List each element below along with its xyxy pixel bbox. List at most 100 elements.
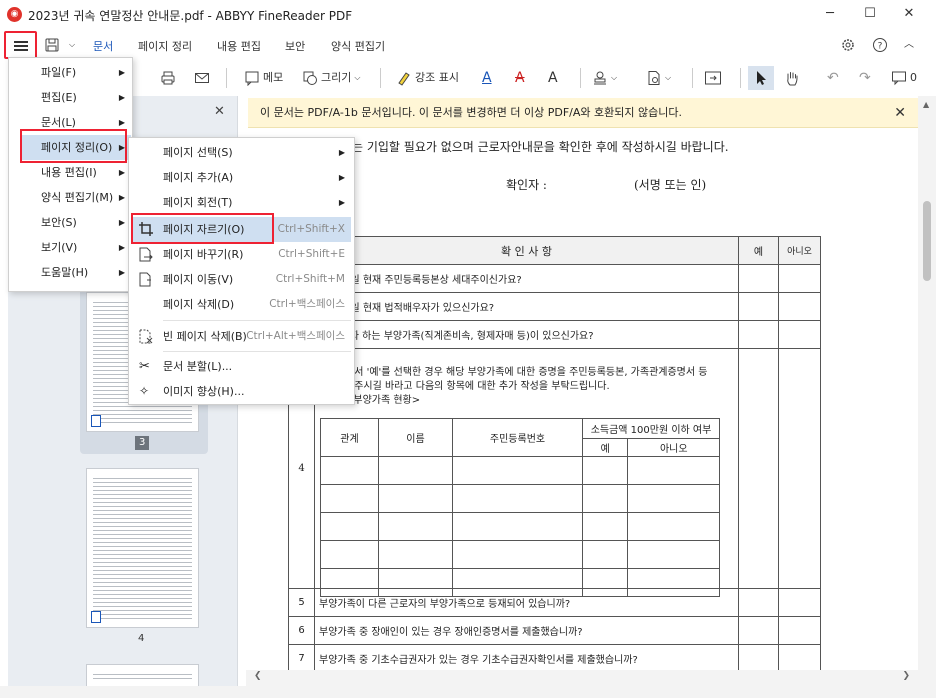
text-underline-icon[interactable]: A [482, 66, 492, 90]
signature-label: (서명 또는 인) [634, 178, 707, 192]
toolbar: 메모 그리기 ⌵ 강조 표시 A A A ⌵ ⌵ ↶ ↷ 0 [0, 60, 936, 96]
redo-icon[interactable]: ↷ [859, 66, 871, 90]
memo-icon [245, 71, 259, 86]
settings-gear-icon[interactable] [840, 33, 856, 57]
tab-page-organize[interactable]: 페이지 정리 [138, 38, 192, 54]
hand-icon [787, 72, 798, 86]
submenu-split-document[interactable]: ✂ 문서 분할(L)... [133, 354, 351, 379]
info-message: 이 문서는 PDF/A-1b 문서입니다. 이 문서를 변경하면 더 이상 PD… [260, 106, 682, 119]
collapse-ribbon-icon[interactable]: ︿ [904, 33, 914, 57]
replace-page-icon [139, 247, 153, 262]
hamburger-menu-button[interactable] [4, 31, 37, 59]
email-button[interactable] [194, 66, 210, 90]
highlight-box-crop-pages [131, 213, 274, 244]
menu-item-help[interactable]: 도움말(H) ▶ [41, 260, 131, 285]
pdfa-info-bar: 이 문서는 PDF/A-1b 문서입니다. 이 문서를 변경하면 더 이상 PD… [248, 98, 918, 128]
table-row: 2월 31일 현재 법적배우자가 있으신가요? [288, 292, 821, 321]
dependent-status-table: 관계 이름 주민등록번호 소득금액 100만원 이하 여부 예 아니오 [320, 418, 720, 597]
memo-label: 메모 [263, 71, 284, 84]
highlighter-icon [398, 72, 410, 86]
submenu-add-pages[interactable]: 페이지 추가(A) ▶ [163, 165, 351, 190]
chevron-down-icon: ⌵ [354, 73, 361, 82]
main-menu: 파일(F) ▶ 편집(E) ▶ 문서(L) ▶ 페이지 정리(O) ▶ 내용 편집(I)… [8, 57, 133, 292]
submenu-replace-pages[interactable]: 페이지 바꾸기(R) Ctrl+Shift+E [133, 242, 351, 267]
close-panel-icon[interactable]: ✕ [214, 104, 225, 119]
stamp-button[interactable]: ⌵ [592, 66, 617, 90]
page-number-3: 3 [135, 436, 150, 450]
tab-content-edit[interactable]: 내용 편집 [217, 38, 261, 54]
draw-label: 그리기 [321, 71, 352, 84]
row4-text-line3: <부양가족 현황> [345, 395, 421, 406]
row4-text-line2: 해주시길 바라고 다음의 항목에 대한 추가 작성을 부탁드립니다. [345, 381, 610, 392]
print-icon [161, 71, 175, 85]
text-strikethrough-icon[interactable]: A [515, 66, 525, 90]
horizontal-scrollbar[interactable]: ❮ ❯ [246, 670, 936, 686]
shape-icon [303, 71, 317, 85]
text-insert-icon[interactable]: A [548, 66, 558, 90]
print-button[interactable] [160, 66, 176, 90]
tab-security[interactable]: 보안 [285, 38, 305, 54]
stamp-icon [594, 71, 606, 85]
blank-page-delete-icon [139, 329, 153, 344]
submenu-move-pages[interactable]: 페이지 이동(V) Ctrl+Shift+M [133, 267, 351, 292]
highlight-box-page-organize [20, 129, 127, 163]
page-thumbnail-4[interactable] [86, 468, 199, 628]
close-info-icon[interactable]: ✕ [894, 98, 906, 128]
compare-button[interactable] [704, 66, 722, 90]
submenu-delete-blank-pages[interactable]: 빈 페이지 삭제(B) Ctrl+Alt+백스페이스 [133, 324, 351, 349]
col-no-header: 아니오 [778, 236, 821, 265]
memo-button[interactable]: 메모 [244, 66, 283, 90]
maximize-button[interactable]: ☐ [855, 4, 885, 24]
comment-count: 0 [910, 71, 917, 84]
comment-icon [892, 71, 906, 86]
confirmer-label: 확인자 : [506, 178, 547, 192]
vertical-scrollbar[interactable]: ▲ [918, 96, 936, 670]
page-search-icon [648, 71, 660, 85]
cursor-icon [757, 71, 766, 85]
menu-item-content-edit[interactable]: 내용 편집(I) ▶ [41, 160, 131, 185]
highlight-button[interactable]: 강조 표시 [396, 66, 459, 90]
undo-icon[interactable]: ↶ [827, 66, 839, 90]
highlight-label: 강조 표시 [415, 71, 459, 84]
submenu-select-pages[interactable]: 페이지 선택(S) ▶ [163, 140, 351, 165]
save-button[interactable]: ⌵ [44, 33, 75, 57]
hand-tool-button[interactable] [784, 66, 800, 90]
document-view-button[interactable]: ⌵ [646, 66, 671, 90]
menu-item-form-editor[interactable]: 양식 편집기(M) ▶ [41, 185, 131, 210]
tab-document[interactable]: 문서 [93, 38, 114, 59]
page-text-icon [91, 415, 101, 427]
chevron-down-icon: ⌵ [69, 40, 76, 49]
save-icon [45, 38, 59, 52]
svg-text:?: ? [878, 42, 883, 52]
comments-button[interactable]: 0 [891, 66, 917, 90]
help-icon[interactable]: ? [872, 33, 888, 57]
row4-text-line1: 에서 '예'를 선택한 경우 해당 부양가족에 대한 증명을 주민등록등본, 가… [345, 367, 708, 378]
mail-icon [195, 73, 209, 83]
scissors-icon: ✂ [139, 359, 150, 374]
table-row: 6 부양가족 중 장애인이 있는 경우 장애인증명서를 제출했습니까? [288, 616, 821, 645]
select-tool-button[interactable] [748, 66, 774, 90]
chevron-down-icon: ⌵ [611, 73, 618, 82]
menu-item-security[interactable]: 보안(S) ▶ [41, 210, 131, 235]
menu-item-file[interactable]: 파일(F) ▶ [41, 60, 131, 85]
submenu-rotate-pages[interactable]: 페이지 회전(T) ▶ [163, 190, 351, 215]
compare-icon [705, 71, 721, 85]
table-row: 를 받고자 하는 부양가족(직계존비속, 형제자매 등)이 있으신가요? [288, 320, 821, 349]
close-button[interactable]: ✕ [894, 4, 924, 24]
submenu-enhance-image[interactable]: ✧ 이미지 향상(H)... [133, 379, 351, 404]
menu-item-view[interactable]: 보기(V) ▶ [41, 235, 131, 260]
submenu-delete-pages[interactable]: 페이지 삭제(D) Ctrl+백스페이스 [133, 292, 351, 317]
menu-item-edit[interactable]: 편집(E) ▶ [41, 85, 131, 110]
table-header: 확 인 사 항 [314, 236, 739, 265]
window-title: 2023년 귀속 연말정산 안내문.pdf - ABBYY FineReader… [28, 9, 353, 23]
intro-text: 는 기입할 필요가 없으며 근로자안내문을 확인한 후에 작성하시길 바랍니다. [352, 140, 729, 154]
minimize-button[interactable]: ─ [815, 4, 845, 24]
draw-button[interactable]: 그리기 ⌵ [302, 66, 360, 90]
page-number-4: 4 [138, 633, 145, 644]
status-bar [0, 686, 936, 698]
menu-bar: ⌵ 문서 페이지 정리 내용 편집 보안 양식 편집기 ? ︿ [0, 30, 936, 60]
page-thumbnail-5[interactable] [86, 664, 199, 688]
app-logo-icon: ◉ [7, 7, 22, 22]
chevron-down-icon: ⌵ [665, 73, 672, 82]
tab-form-editor[interactable]: 양식 편집기 [331, 38, 385, 54]
